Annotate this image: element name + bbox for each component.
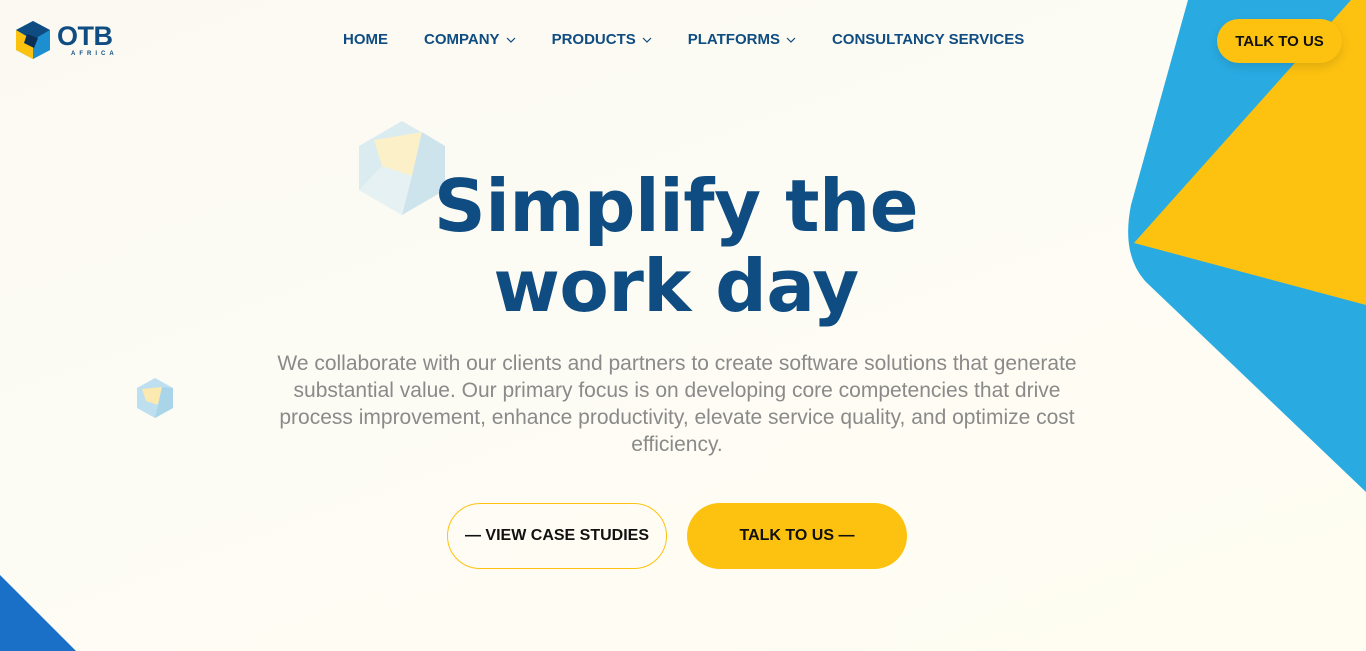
chevron-down-icon (786, 37, 796, 43)
hero-title-line-2: work day (493, 244, 859, 328)
nav-item-home[interactable]: HOME (343, 31, 388, 48)
decorative-shape-right (1128, 0, 1366, 492)
main-navigation: HOME COMPANY PRODUCTS PLATFORMS CONSULTA… (343, 31, 1024, 48)
logo-wordmark: OTB AFRICA (57, 21, 118, 58)
nav-item-platforms[interactable]: PLATFORMS (688, 31, 796, 48)
nav-item-label: PRODUCTS (551, 31, 636, 48)
nav-item-label: COMPANY (424, 31, 500, 48)
hero-talk-to-us-button[interactable]: TALK TO US — (687, 503, 907, 569)
chevron-down-icon (506, 37, 515, 43)
chevron-down-icon (642, 37, 652, 43)
otb-hexagon-logo-icon (16, 21, 50, 59)
hero-title-line-1: Simplify the (433, 164, 919, 248)
nav-item-label: HOME (343, 31, 388, 48)
hero-title: Simplify the work day (376, 166, 976, 326)
view-case-studies-button[interactable]: — VIEW CASE STUDIES (447, 503, 667, 569)
nav-item-consultancy-services[interactable]: CONSULTANCY SERVICES (832, 31, 1024, 48)
decorative-shape-bottom-left (0, 575, 76, 651)
nav-item-label: PLATFORMS (687, 31, 780, 48)
nav-item-company[interactable]: COMPANY (424, 31, 516, 48)
logo-tagline: AFRICA (71, 51, 118, 57)
nav-item-label: CONSULTANCY SERVICES (831, 31, 1025, 48)
logo-name: OTB (57, 21, 113, 51)
header-talk-to-us-button[interactable]: TALK TO US (1217, 19, 1342, 63)
hero-description: We collaborate with our clients and part… (277, 352, 1077, 456)
landing-page: OTB AFRICA HOME COMPANY PRODUCTS PLATFOR… (0, 0, 1366, 651)
hexagon-cube-icon (137, 378, 173, 418)
site-logo[interactable]: OTB AFRICA (12, 20, 118, 60)
nav-item-products[interactable]: PRODUCTS (552, 31, 652, 48)
